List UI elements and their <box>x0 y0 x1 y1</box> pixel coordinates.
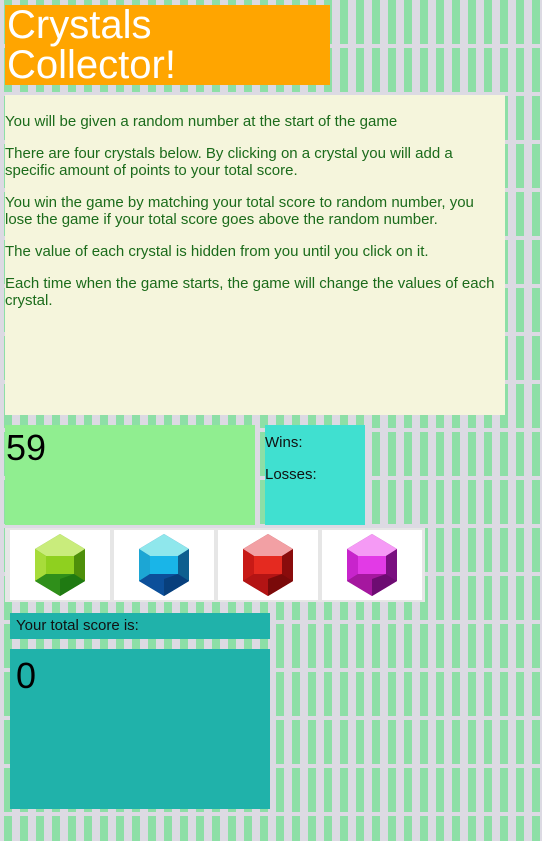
green-crystal-icon <box>35 534 85 596</box>
instruction-line: You will be given a random number at the… <box>5 113 398 130</box>
purple-crystal-button[interactable] <box>322 530 422 600</box>
crystal-row <box>5 528 425 602</box>
wins-label: Wins: <box>265 434 303 451</box>
instruction-line: Each time when the game starts, the game… <box>5 275 495 309</box>
score-label-text: Your total score is: <box>16 617 139 634</box>
blue-crystal-button[interactable] <box>114 530 214 600</box>
green-crystal-button[interactable] <box>10 530 110 600</box>
red-crystal-icon <box>243 534 293 596</box>
score-value: 0 <box>16 655 37 696</box>
score-display: 0 <box>10 649 270 809</box>
stats-panel: Wins: Losses: <box>265 425 365 525</box>
losses-label: Losses: <box>265 466 317 483</box>
target-number: 59 <box>6 427 47 468</box>
blue-crystal-icon <box>139 534 189 596</box>
target-number-display: 59 <box>5 425 255 525</box>
instructions-panel: You will be given a random number at the… <box>5 95 505 415</box>
score-label: Your total score is: <box>10 613 270 639</box>
game-title-text: Crystals Collector! <box>7 3 176 87</box>
red-crystal-button[interactable] <box>218 530 318 600</box>
game-title: Crystals Collector! <box>5 5 330 85</box>
purple-crystal-icon <box>347 534 397 596</box>
instruction-line: There are four crystals below. By clicki… <box>5 145 453 179</box>
instruction-line: You win the game by matching your total … <box>5 194 474 228</box>
instruction-line: The value of each crystal is hidden from… <box>5 243 429 260</box>
